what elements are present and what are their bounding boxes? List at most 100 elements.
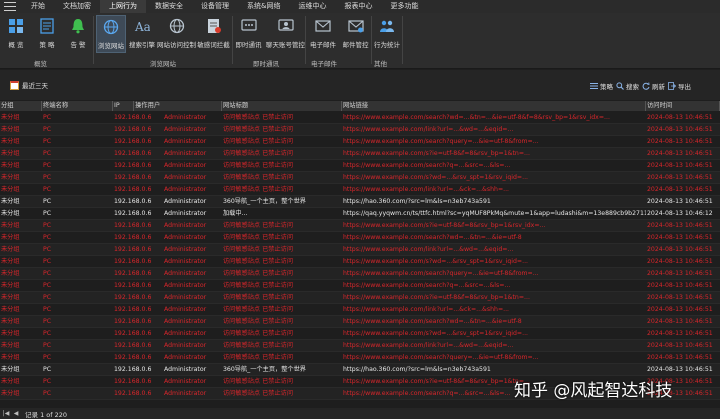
table-cell: 访问敏感站点 已禁止访问 (223, 330, 294, 337)
table-row[interactable]: 未分组 PC 192.168.0.6 Administrator 访问敏感站点 已禁止访… (0, 112, 720, 124)
table-cell: 未分组 (1, 318, 20, 325)
app-menu-icon[interactable] (4, 2, 16, 11)
ribbon-button[interactable]: 聊天账号管控 (266, 15, 305, 53)
search-icon (615, 82, 624, 91)
menu-tab[interactable]: 设备管理 (192, 0, 238, 13)
table-row[interactable]: 未分组 PC 192.168.0.6 Administrator 访问敏感站点 已禁止访… (0, 268, 720, 280)
ribbon-button[interactable]: 邮件管控 (340, 15, 371, 53)
table-cell: PC (43, 306, 52, 313)
menu-tab[interactable]: 开始 (22, 0, 54, 13)
table-cell: 访问敏感站点 已禁止访问 (223, 342, 294, 349)
ribbon-button[interactable]: Aa 搜索引擎 (128, 15, 156, 53)
table-row[interactable]: 未分组 PC 192.168.0.6 Administrator 360导航_一个主页，… (0, 364, 720, 376)
menu-tab[interactable]: 上网行为 (100, 0, 146, 13)
menu-tab[interactable]: 数据安全 (146, 0, 192, 13)
table-cell: 360导航_一个主页，整个世界 (223, 198, 306, 205)
table-cell: 2024-08-13 10:46:51 (647, 150, 713, 157)
export-icon (667, 82, 676, 91)
table-cell: 未分组 (1, 246, 20, 253)
column-header[interactable]: 终端名称 (42, 101, 113, 111)
table-row[interactable]: 未分组 PC 192.168.0.6 Administrator 访问敏感站点 已禁止访… (0, 340, 720, 352)
table-cell: PC (43, 198, 52, 205)
column-header[interactable]: 访问时间 (646, 101, 720, 111)
table-row[interactable]: 未分组 PC 192.168.0.6 Administrator 360导航_一个主页，… (0, 196, 720, 208)
table-cell: Administrator (164, 234, 207, 241)
table-cell: 192.168.0.6 (114, 234, 152, 241)
column-header[interactable]: 网站标题 (222, 101, 342, 111)
table-cell: 访问敏感站点 已禁止访问 (223, 138, 294, 145)
ribbon-button[interactable]: 策 略 (33, 15, 61, 53)
menu-tab[interactable]: 运维中心 (289, 0, 335, 13)
menu-tab[interactable]: 更多功能 (381, 0, 427, 13)
export-button[interactable]: 导出 (667, 81, 691, 91)
prev-page-icon[interactable]: ◀ (12, 410, 20, 418)
table-cell: 2024-08-13 10:46:51 (647, 306, 713, 313)
stats-icon (379, 18, 395, 34)
date-filter[interactable]: 最近三天 (10, 80, 48, 90)
chat-account-icon (277, 18, 294, 34)
menu-tab[interactable]: 报表中心 (335, 0, 381, 13)
ribbon-button[interactable]: 行为统计 (374, 15, 400, 53)
ribbon-button[interactable]: 概 览 (2, 15, 30, 53)
table-row[interactable]: 未分组 PC 192.168.0.6 Administrator 访问敏感站点 已禁止访… (0, 136, 720, 148)
ribbon-button[interactable]: 敏感词拦截 (196, 15, 231, 53)
ribbon-button-label: 邮件管控 (342, 41, 369, 49)
table-row[interactable]: 未分组 PC 192.168.0.6 Administrator 访问敏感站点 已禁止访… (0, 184, 720, 196)
overview-icon (8, 18, 24, 34)
table-row[interactable]: 未分组 PC 192.168.0.6 Administrator 访问敏感站点 已禁止访… (0, 244, 720, 256)
table-cell: Administrator (164, 366, 207, 373)
ribbon-button[interactable]: 即时通讯 (233, 15, 264, 53)
table-cell: PC (43, 150, 52, 157)
table-cell: 2024-08-13 10:46:51 (647, 174, 713, 181)
table-row[interactable]: 未分组 PC 192.168.0.6 Administrator 访问敏感站点 已禁止访… (0, 352, 720, 364)
ribbon-button[interactable]: 网站访问控制 (157, 15, 196, 53)
table-cell: 未分组 (1, 282, 20, 289)
table-row[interactable]: 未分组 PC 192.168.0.6 Administrator 访问敏感站点 已禁止访… (0, 172, 720, 184)
search-button[interactable]: 搜索 (615, 81, 639, 91)
table-cell: 未分组 (1, 366, 20, 373)
table-row[interactable]: 未分组 PC 192.168.0.6 Administrator 访问敏感站点 已禁止访… (0, 220, 720, 232)
table-row[interactable]: 未分组 PC 192.168.0.6 Administrator 访问敏感站点 已禁止访… (0, 304, 720, 316)
table-row[interactable]: 未分组 PC 192.168.0.6 Administrator 加载中... https… (0, 208, 720, 220)
ribbon-group-label: 浏览网站 (150, 60, 176, 68)
table-cell: 192.168.0.6 (114, 246, 152, 253)
column-header[interactable]: 网站链接 (342, 101, 646, 111)
column-header[interactable]: 操作用户 (134, 101, 222, 111)
table-cell: 未分组 (1, 198, 20, 205)
table-row[interactable]: 未分组 PC 192.168.0.6 Administrator 访问敏感站点 已禁止访… (0, 232, 720, 244)
table-cell: 访问敏感站点 已禁止访问 (223, 306, 294, 313)
table-row[interactable]: 未分组 PC 192.168.0.6 Administrator 访问敏感站点 已禁止访… (0, 148, 720, 160)
menu-tab[interactable]: 系统&网络 (238, 0, 289, 13)
column-header[interactable]: 分组 (0, 101, 42, 111)
ribbon-button[interactable]: 浏览网站 (96, 15, 126, 53)
table-row[interactable]: 未分组 PC 192.168.0.6 Administrator 访问敏感站点 已禁止访… (0, 256, 720, 268)
strategy-button[interactable]: 策略 (589, 81, 613, 91)
table-cell: 2024-08-13 10:46:51 (647, 294, 713, 301)
toolbar: 最近三天 策略 搜索 刷新 导出 (0, 70, 720, 100)
table-cell: 未分组 (1, 138, 20, 145)
table-row[interactable]: 未分组 PC 192.168.0.6 Administrator 访问敏感站点 已禁止访… (0, 160, 720, 172)
table-cell: PC (43, 294, 52, 301)
table-row[interactable]: 未分组 PC 192.168.0.6 Administrator 访问敏感站点 已禁止访… (0, 328, 720, 340)
table-cell: https://www.example.com/s?ie=utf-8&f=8&r… (343, 222, 546, 229)
refresh-button[interactable]: 刷新 (641, 81, 665, 91)
table-row[interactable]: 未分组 PC 192.168.0.6 Administrator 访问敏感站点 已禁止访… (0, 292, 720, 304)
table-cell: 192.168.0.6 (114, 126, 152, 133)
table-cell: Administrator (164, 282, 207, 289)
table-cell: 访问敏感站点 已禁止访问 (223, 258, 294, 265)
table-cell: 2024-08-13 10:46:51 (647, 330, 713, 337)
menu-tab[interactable]: 文档加密 (54, 0, 100, 13)
table-cell: 访问敏感站点 已禁止访问 (223, 186, 294, 193)
table-cell: Administrator (164, 246, 207, 253)
table-cell: PC (43, 282, 52, 289)
table-cell: https://www.example.com/search?q=...&src… (343, 162, 511, 169)
ribbon-button[interactable]: 告 警 (64, 15, 92, 53)
table-row[interactable]: 未分组 PC 192.168.0.6 Administrator 访问敏感站点 已禁止访… (0, 316, 720, 328)
table-row[interactable]: 未分组 PC 192.168.0.6 Administrator 访问敏感站点 已禁止访… (0, 124, 720, 136)
table-cell: https://www.example.com/search?q=...&src… (343, 282, 511, 289)
first-page-icon[interactable]: |◀ (2, 410, 10, 418)
menu-tabs: 开始 文档加密 上网行为 数据安全 设备管理 系统&网络 运维中心 报表中心 更多功能 (22, 0, 427, 13)
table-row[interactable]: 未分组 PC 192.168.0.6 Administrator 访问敏感站点 已禁止访… (0, 280, 720, 292)
column-header[interactable]: IP (113, 101, 134, 111)
ribbon-button[interactable]: 电子邮件 (308, 15, 338, 53)
